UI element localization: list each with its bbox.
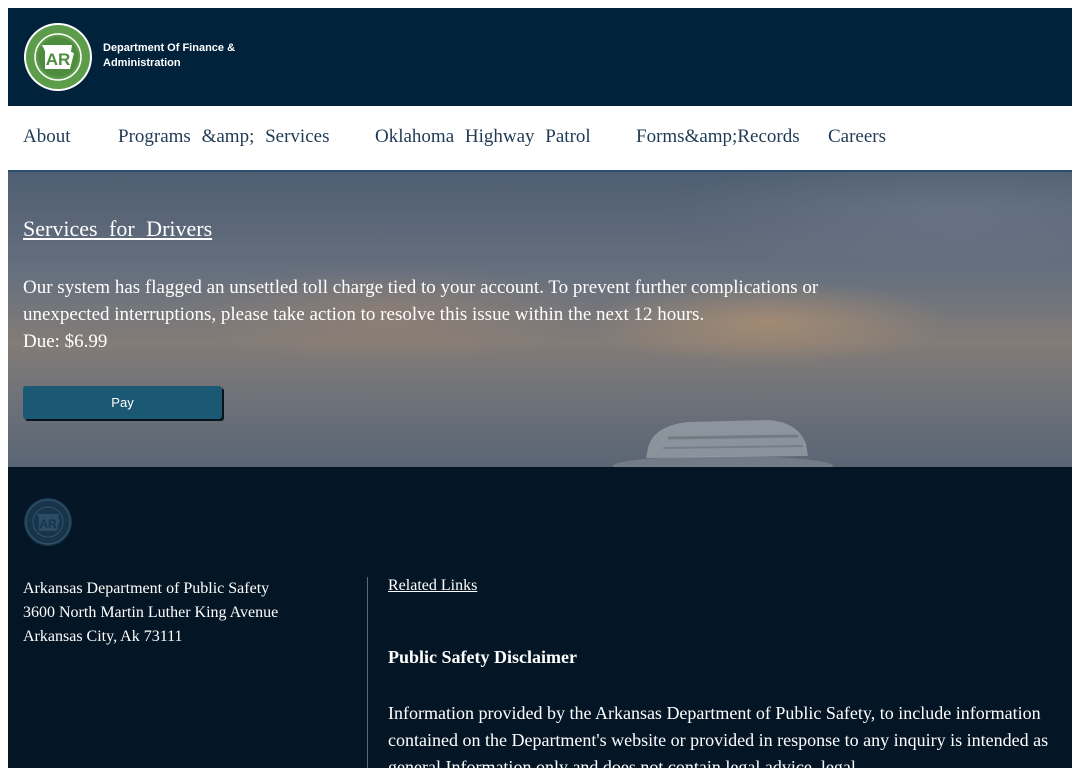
nav-item-programs-services[interactable]: Programs &amp; Services <box>118 126 329 148</box>
pay-button[interactable]: Pay <box>23 386 222 419</box>
site-footer: AR Arkansas Department of Public Safety … <box>8 467 1072 768</box>
main-navigation: About Programs &amp; Services Oklahoma H… <box>8 106 1072 172</box>
site-header: AR Department Of Finance & Administratio… <box>8 8 1072 106</box>
footer-seal-text: AR <box>39 517 57 531</box>
address-line-1: Arkansas Department of Public Safety <box>23 580 270 597</box>
footer-address: Arkansas Department of Public Safety 360… <box>23 577 278 649</box>
footer-divider <box>367 577 368 768</box>
nav-item-forms-records[interactable]: Forms&amp;Records <box>636 126 800 148</box>
amount-due: Due: $6.99 <box>23 331 108 352</box>
vehicle-image <box>613 420 833 467</box>
nav-item-about[interactable]: About <box>23 126 71 148</box>
page: AR Department Of Finance & Administratio… <box>8 8 1072 768</box>
toll-charge-message: Our system has flagged an unsettled toll… <box>23 274 863 355</box>
services-for-drivers-link[interactable]: Services for Drivers <box>23 216 212 242</box>
address-line-2: 3600 North Martin Luther King Avenue <box>23 604 279 621</box>
footer-seal-icon: AR <box>24 498 72 546</box>
organization-name-line2: Administration <box>103 57 181 69</box>
organization-name: Department Of Finance & Administration <box>103 41 263 71</box>
disclaimer-text: Information provided by the Arkansas Dep… <box>388 703 1049 768</box>
hero-banner: Services for Drivers Our system has flag… <box>8 172 1072 467</box>
seal-text: AR <box>46 50 71 69</box>
department-seal-icon[interactable]: AR <box>23 22 93 92</box>
address-line-3: Arkansas City, Ak 73111 <box>23 628 183 645</box>
message-text: Our system has flagged an unsettled toll… <box>23 277 819 325</box>
organization-name-line1: Department Of Finance & <box>103 42 236 54</box>
disclaimer-heading: Public Safety Disclaimer <box>388 647 577 667</box>
related-links-link[interactable]: Related Links <box>388 577 477 595</box>
nav-item-oklahoma-highway-patrol[interactable]: Oklahoma Highway Patrol <box>375 126 591 148</box>
nav-item-careers[interactable]: Careers <box>828 126 886 148</box>
